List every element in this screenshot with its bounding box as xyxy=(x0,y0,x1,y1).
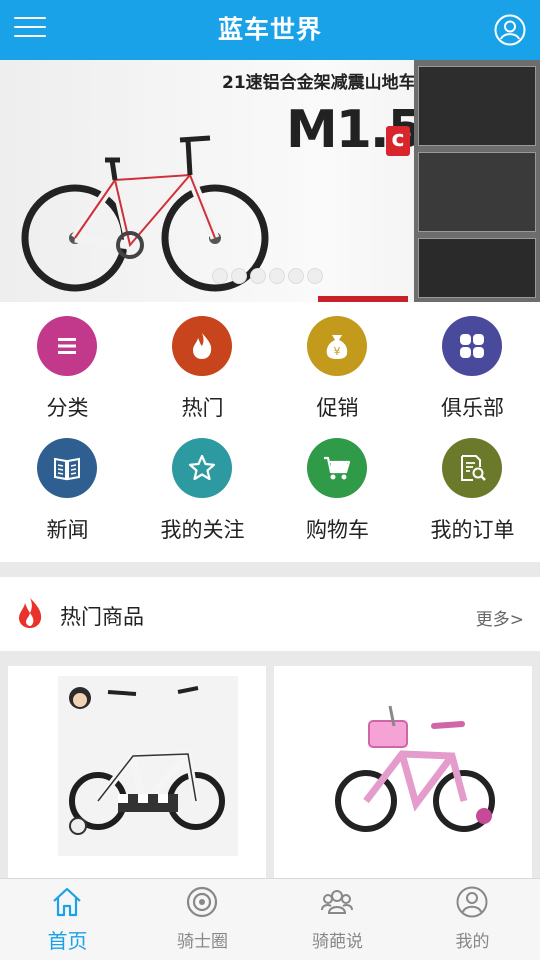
category-label: 俱乐部 xyxy=(441,396,504,420)
product-image xyxy=(58,676,238,856)
product-card[interactable] xyxy=(274,666,532,878)
more-link[interactable]: 更多> xyxy=(476,605,524,630)
category-item[interactable]: 分类 xyxy=(0,302,135,424)
product-list xyxy=(0,651,540,878)
banner-detail-photos xyxy=(414,60,540,302)
tab-label: 首页 xyxy=(47,929,88,953)
grid-icon xyxy=(442,316,502,376)
category-label: 我的关注 xyxy=(160,518,245,542)
carousel-dot[interactable] xyxy=(250,268,266,284)
tab-riders-circle[interactable]: 骑士圈 xyxy=(135,879,270,960)
category-item[interactable]: 俱乐部 xyxy=(405,302,540,424)
banner-heading: 21速铝合金架减震山地车 xyxy=(222,73,416,93)
category-label: 分类 xyxy=(46,396,89,420)
category-grid: 分类 热门 ¥ 促销 俱乐部 新闻 我的关注 购物车 我的订单 xyxy=(0,302,540,562)
category-item[interactable]: 我的关注 xyxy=(135,424,270,546)
cart-icon xyxy=(307,438,367,498)
carousel-dot[interactable] xyxy=(231,268,247,284)
carousel-dot[interactable] xyxy=(307,268,323,284)
list-icon xyxy=(37,316,97,376)
book-icon xyxy=(37,438,97,498)
star-icon xyxy=(172,438,232,498)
category-label: 新闻 xyxy=(46,518,89,542)
home-icon xyxy=(53,887,81,917)
carousel-indicator[interactable] xyxy=(212,268,323,284)
target-icon xyxy=(186,886,218,918)
promo-banner[interactable]: 21速铝合金架减震山地车 M1.5 c xyxy=(0,60,540,302)
hot-products-header: 热门商品 更多> xyxy=(0,577,540,651)
category-item[interactable]: 购物车 xyxy=(270,424,405,546)
category-label: 我的订单 xyxy=(430,518,515,542)
tab-label: 骑士圈 xyxy=(177,932,228,952)
flame-icon xyxy=(172,316,232,376)
order-search-icon xyxy=(442,438,502,498)
category-item[interactable]: 我的订单 xyxy=(405,424,540,546)
category-label: 购物车 xyxy=(306,518,369,542)
category-item[interactable]: ¥ 促销 xyxy=(270,302,405,424)
tab-mine[interactable]: 我的 xyxy=(405,879,540,960)
money-bag-icon: ¥ xyxy=(307,316,367,376)
page-title: 蓝车世界 xyxy=(217,15,322,44)
section-title: 热门商品 xyxy=(60,605,144,629)
tab-home[interactable]: 首页 xyxy=(0,879,135,960)
tab-label: 骑葩说 xyxy=(312,932,363,952)
top-bar: 蓝车世界 xyxy=(0,0,540,60)
product-image xyxy=(324,676,504,856)
carousel-dot[interactable] xyxy=(269,268,285,284)
svg-text:¥: ¥ xyxy=(334,345,341,358)
carousel-dot[interactable] xyxy=(288,268,304,284)
category-item[interactable]: 热门 xyxy=(135,302,270,424)
banner-model-suffix: c xyxy=(386,126,410,156)
user-profile-icon[interactable] xyxy=(494,14,526,46)
product-card[interactable] xyxy=(8,666,266,878)
user-icon xyxy=(456,886,488,918)
carousel-dot[interactable] xyxy=(212,268,228,284)
fire-icon xyxy=(19,598,42,628)
category-label: 热门 xyxy=(181,396,224,420)
category-item[interactable]: 新闻 xyxy=(0,424,135,546)
group-icon xyxy=(321,890,353,914)
tab-label: 我的 xyxy=(455,932,490,952)
bottom-tab-bar: 首页 骑士圈 骑葩说 我的 xyxy=(0,878,540,960)
tab-talk[interactable]: 骑葩说 xyxy=(270,879,405,960)
category-label: 促销 xyxy=(316,396,359,420)
